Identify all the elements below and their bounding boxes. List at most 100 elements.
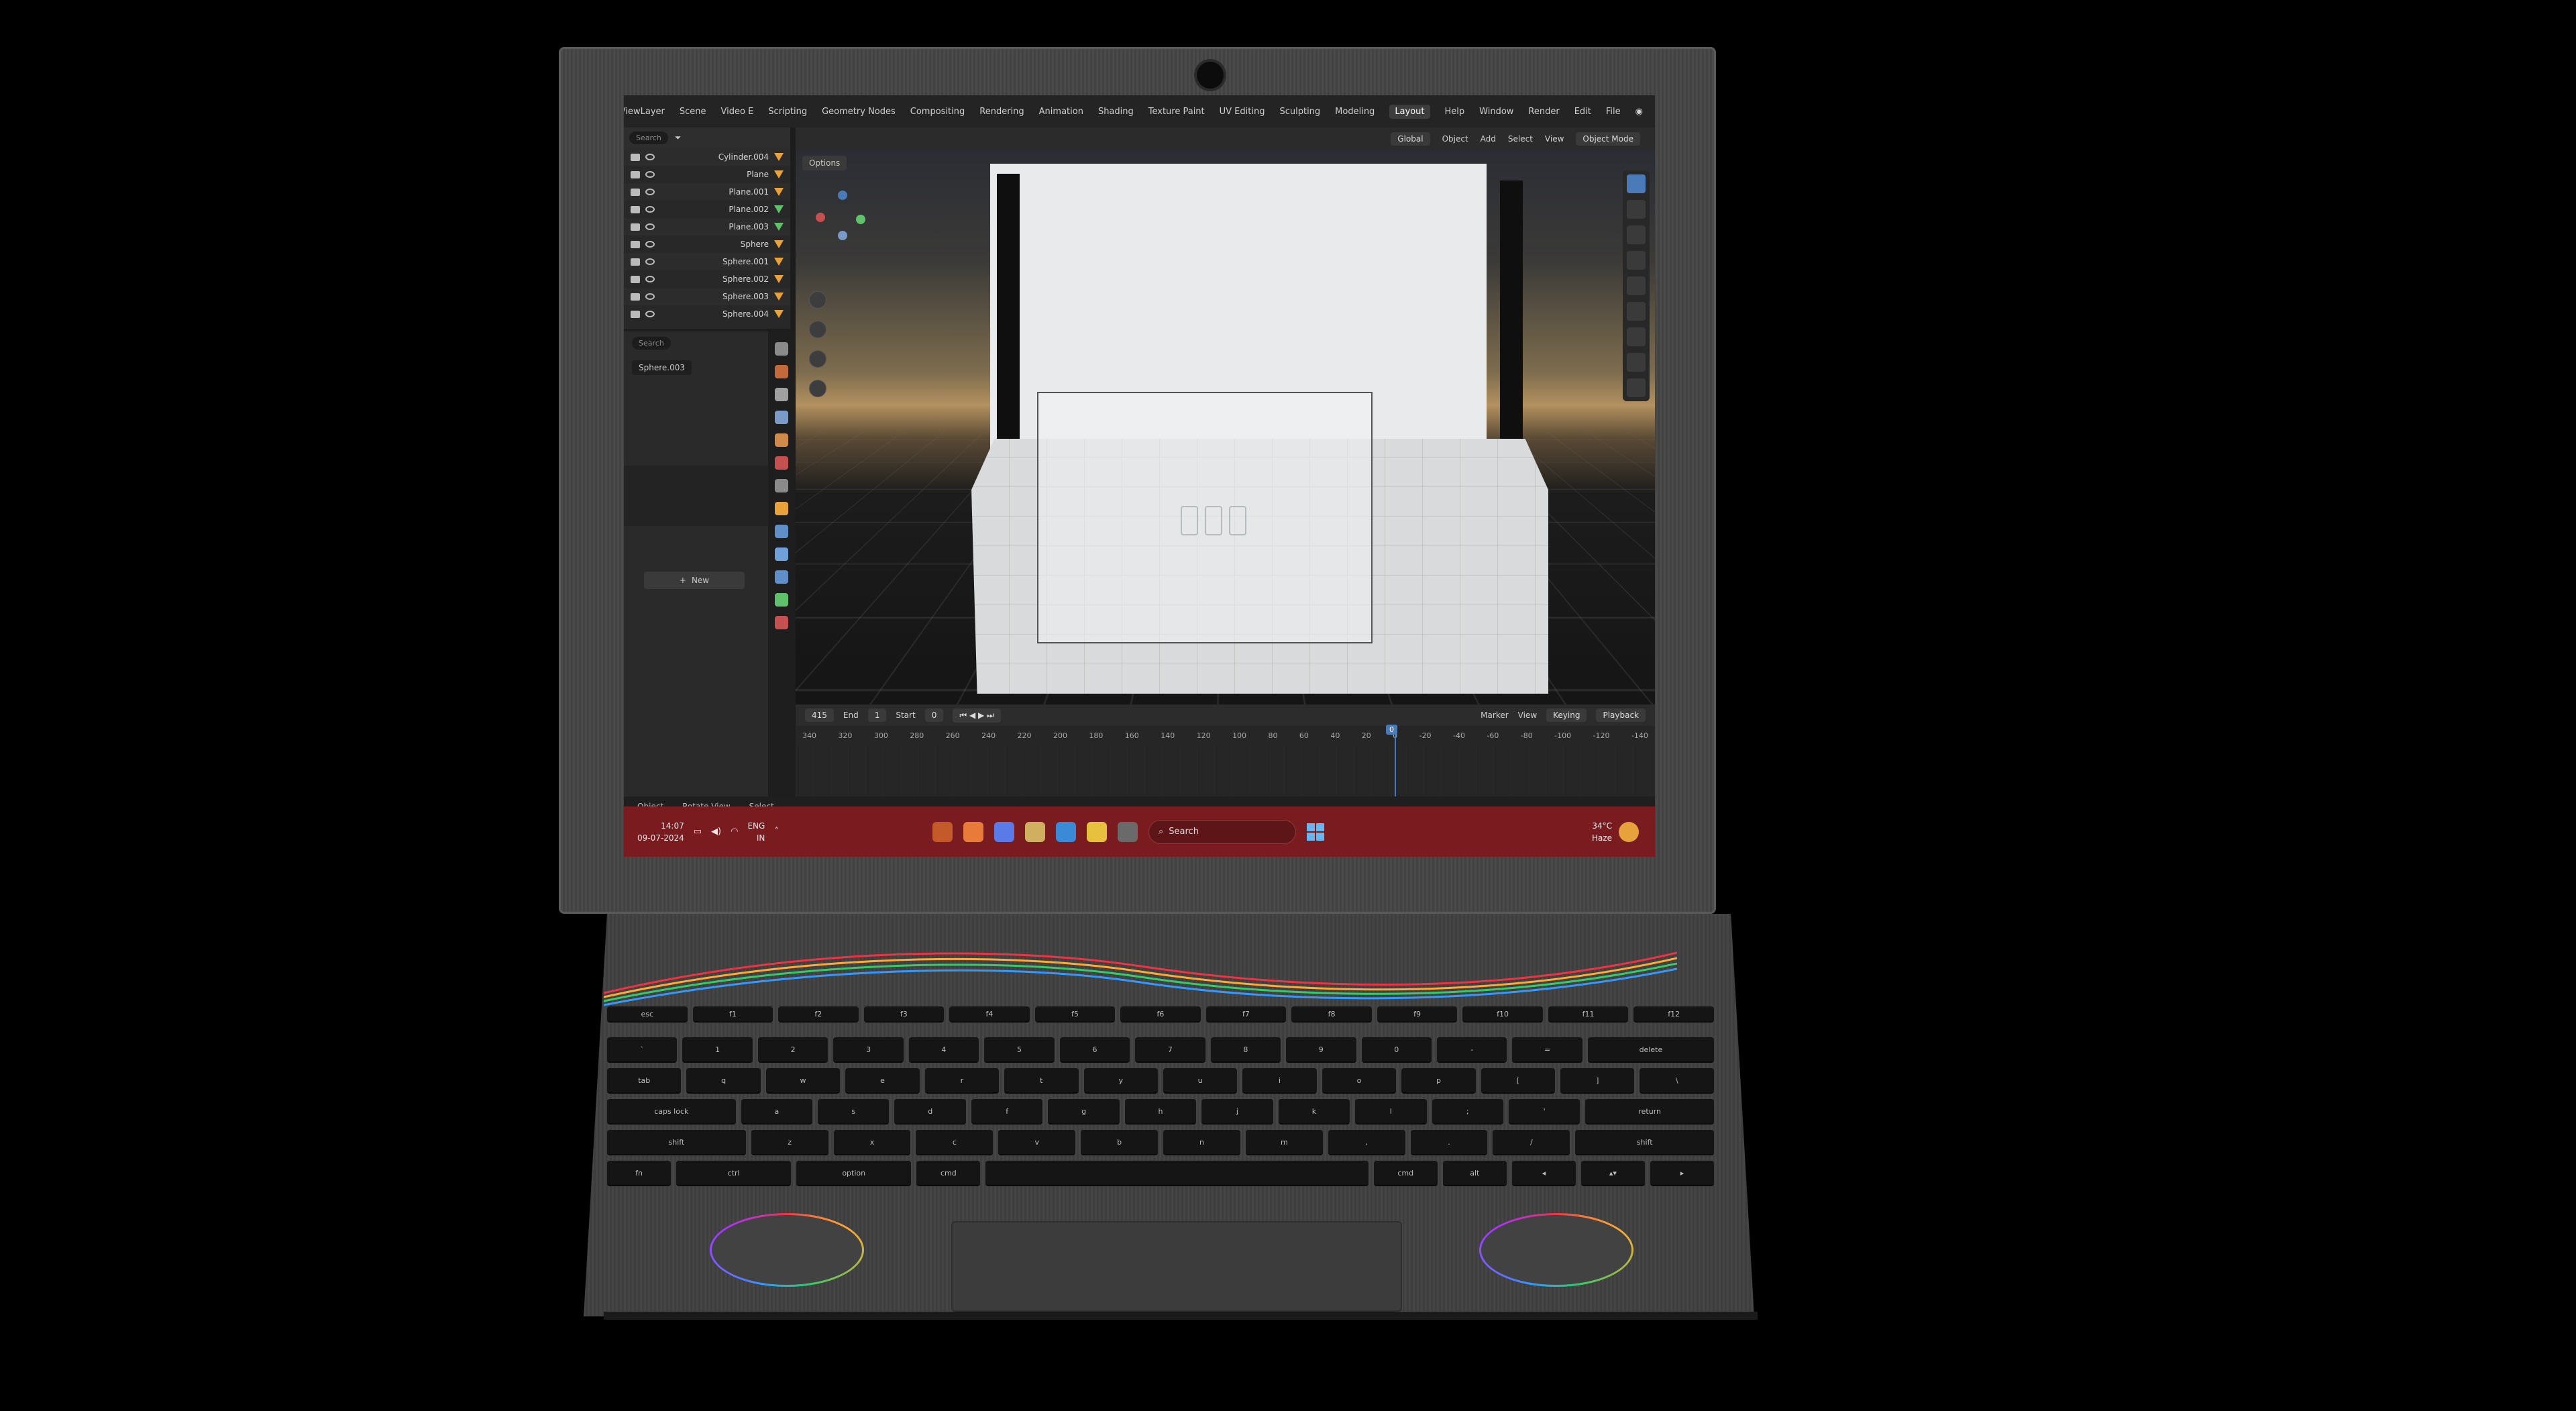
keyboard-key[interactable]: , bbox=[1328, 1130, 1405, 1155]
collection-tab-icon[interactable] bbox=[775, 479, 788, 492]
workspace-tab-compositing[interactable]: Compositing bbox=[910, 107, 965, 117]
camera-icon[interactable] bbox=[631, 170, 640, 178]
workspace-tab-modeling[interactable]: Modeling bbox=[1335, 107, 1375, 117]
keyboard-key[interactable]: 6 bbox=[1059, 1037, 1130, 1063]
keyboard-key[interactable]: delete bbox=[1587, 1037, 1714, 1063]
menu-select[interactable]: Select bbox=[1508, 134, 1533, 144]
keyboard-key[interactable]: a bbox=[741, 1099, 813, 1125]
keyboard-key[interactable]: cmd bbox=[1373, 1161, 1438, 1186]
keyboard-key[interactable]: ▴▾ bbox=[1580, 1161, 1645, 1186]
current-frame-field[interactable]: 0 bbox=[924, 709, 944, 722]
keyboard-key[interactable]: 4 bbox=[908, 1037, 979, 1063]
keyboard-key[interactable]: option bbox=[796, 1161, 912, 1186]
trackpad[interactable] bbox=[951, 1221, 1402, 1312]
keyboard-key[interactable]: i bbox=[1242, 1068, 1317, 1094]
keyboard-key[interactable]: e bbox=[845, 1068, 920, 1094]
keyboard-key[interactable]: o bbox=[1322, 1068, 1397, 1094]
keyboard-key[interactable]: w bbox=[765, 1068, 841, 1094]
keyboard-key[interactable]: fn bbox=[607, 1161, 672, 1186]
firefox-app-icon[interactable] bbox=[963, 821, 983, 842]
blender-app-icon[interactable] bbox=[932, 821, 953, 842]
menu-window[interactable]: Window bbox=[1479, 107, 1513, 117]
render-tab-icon[interactable] bbox=[775, 365, 788, 378]
marker-menu[interactable]: Marker bbox=[1481, 711, 1508, 720]
keyboard-key[interactable]: x bbox=[833, 1130, 911, 1155]
wifi-icon[interactable]: ◠ bbox=[731, 827, 738, 837]
workspace-tab-texture-paint[interactable]: Texture Paint bbox=[1148, 107, 1205, 117]
keyboard-key[interactable]: f10 bbox=[1462, 1006, 1543, 1023]
camera-icon[interactable] bbox=[631, 293, 640, 301]
options-dropdown[interactable]: Options bbox=[802, 156, 847, 170]
timeline-ruler[interactable]: 340 320 300 280 260 240 220 200 180 160 140 120 100 8… bbox=[796, 726, 1655, 745]
camera-view-icon[interactable] bbox=[809, 350, 826, 368]
menu-add[interactable]: Add bbox=[1481, 134, 1496, 144]
menu-render[interactable]: Render bbox=[1528, 107, 1559, 117]
keyboard-key[interactable]: f12 bbox=[1633, 1006, 1714, 1023]
keyboard-key[interactable]: j bbox=[1201, 1099, 1273, 1125]
playback-menu[interactable]: Playback bbox=[1596, 709, 1646, 722]
eye-icon[interactable] bbox=[645, 241, 655, 248]
keyboard-key[interactable]: n bbox=[1163, 1130, 1240, 1155]
glass-object[interactable] bbox=[1229, 506, 1246, 535]
keyboard-key[interactable]: r bbox=[924, 1068, 1000, 1094]
perspective-toggle-icon[interactable] bbox=[809, 380, 826, 397]
keyboard-key[interactable]: d bbox=[894, 1099, 966, 1125]
navigation-gizmo[interactable] bbox=[816, 191, 869, 244]
playhead-frame-label[interactable]: 0 bbox=[1386, 725, 1397, 735]
volume-icon[interactable]: ◀) bbox=[711, 827, 721, 837]
rotate-icon[interactable] bbox=[1627, 251, 1646, 270]
eye-icon[interactable] bbox=[645, 276, 655, 282]
keyboard-key[interactable]: . bbox=[1410, 1130, 1488, 1155]
battery-icon[interactable]: ▭ bbox=[694, 827, 702, 837]
view-layer-tab-icon[interactable] bbox=[775, 411, 788, 424]
keyboard-key[interactable]: return bbox=[1585, 1099, 1714, 1125]
workspace-tab-sculpting[interactable]: Sculpting bbox=[1279, 107, 1320, 117]
end-frame-field[interactable]: 415 bbox=[805, 709, 834, 722]
keyboard-key[interactable]: u bbox=[1163, 1068, 1238, 1094]
axis-x-icon[interactable] bbox=[816, 213, 825, 222]
keyboard-key[interactable]: p bbox=[1401, 1068, 1476, 1094]
keyboard-key[interactable]: ▸ bbox=[1650, 1161, 1715, 1186]
eye-icon[interactable] bbox=[645, 293, 655, 300]
keyboard-key[interactable]: ' bbox=[1508, 1099, 1580, 1125]
keyboard-key[interactable]: = bbox=[1512, 1037, 1582, 1063]
keyboard-key[interactable]: shift bbox=[1575, 1130, 1715, 1155]
space-key[interactable] bbox=[985, 1161, 1368, 1186]
glass-object[interactable] bbox=[1181, 506, 1198, 535]
keyboard-key[interactable]: tab bbox=[607, 1068, 682, 1094]
workspace-tab-scripting[interactable]: Scripting bbox=[768, 107, 807, 117]
keyboard-key[interactable]: k bbox=[1278, 1099, 1350, 1125]
keyboard-key[interactable]: shift bbox=[607, 1130, 746, 1155]
glass-object[interactable] bbox=[1205, 506, 1222, 535]
keyboard-key[interactable]: ] bbox=[1560, 1068, 1635, 1094]
physics-tab-icon[interactable] bbox=[775, 570, 788, 584]
eye-icon[interactable] bbox=[645, 223, 655, 230]
camera-icon[interactable] bbox=[631, 205, 640, 213]
outliner-row[interactable]: Plane.002 bbox=[624, 201, 790, 218]
file-explorer-icon[interactable] bbox=[1087, 821, 1107, 842]
store-app-icon[interactable] bbox=[1025, 821, 1045, 842]
object-tab-icon[interactable] bbox=[775, 502, 788, 515]
keyboard-key[interactable]: [ bbox=[1481, 1068, 1556, 1094]
tool-tab-icon[interactable] bbox=[775, 342, 788, 356]
keyboard-key[interactable]: ; bbox=[1432, 1099, 1503, 1125]
move-icon[interactable] bbox=[1627, 225, 1646, 244]
keyboard-key[interactable]: 3 bbox=[833, 1037, 904, 1063]
camera-icon[interactable] bbox=[631, 223, 640, 231]
start-frame-field[interactable]: 1 bbox=[867, 709, 887, 722]
keyboard-key[interactable]: 1 bbox=[682, 1037, 753, 1063]
axis-y-icon[interactable] bbox=[856, 215, 865, 224]
menu-view[interactable]: View bbox=[1545, 134, 1564, 144]
task-view-icon[interactable] bbox=[1118, 821, 1138, 842]
mode-dropdown[interactable]: Object Mode bbox=[1576, 132, 1640, 146]
keyboard-key[interactable]: f9 bbox=[1377, 1006, 1458, 1023]
menu-file[interactable]: File bbox=[1606, 107, 1621, 117]
playback-controls[interactable]: ⏮ ◀ ▶ ⏭ bbox=[953, 708, 1001, 723]
data-tab-icon[interactable] bbox=[775, 593, 788, 607]
workspace-tab-animation[interactable]: Animation bbox=[1039, 107, 1083, 117]
transform-orientation-dropdown[interactable]: Global bbox=[1391, 132, 1430, 146]
keyboard-key[interactable]: b bbox=[1081, 1130, 1159, 1155]
workspace-tab-uv-editing[interactable]: UV Editing bbox=[1220, 107, 1265, 117]
3d-viewport[interactable]: Options bbox=[796, 150, 1655, 704]
scene-label[interactable]: Scene bbox=[680, 107, 706, 117]
